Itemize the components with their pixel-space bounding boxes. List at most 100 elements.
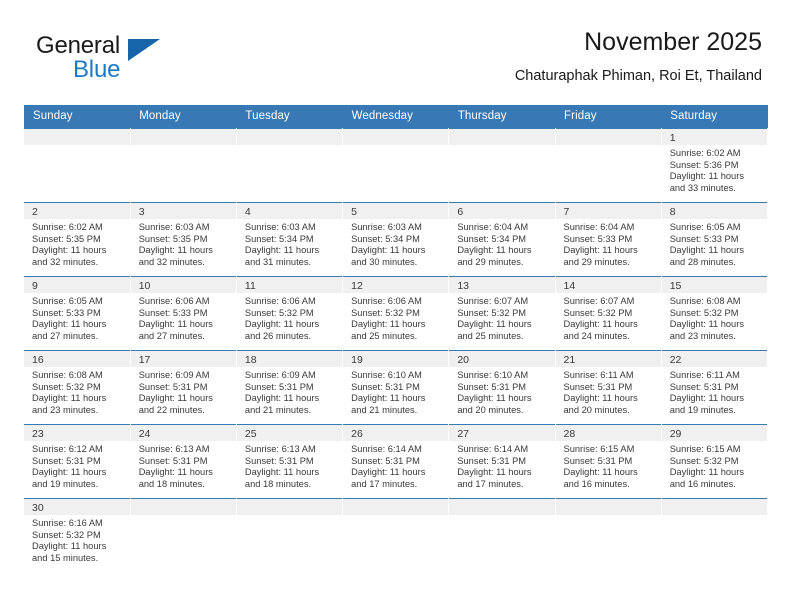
daylight-text-line2: and 16 minutes. bbox=[563, 478, 630, 489]
sunrise-text: Sunrise: 6:16 AM bbox=[32, 518, 103, 528]
daylight-text-line2: and 19 minutes. bbox=[32, 478, 99, 489]
calendar-cell-empty bbox=[130, 128, 237, 203]
sunset-text: Sunset: 5:32 PM bbox=[351, 307, 420, 318]
calendar-day-cell[interactable]: 17 Sunrise: 6:09 AM Sunset: 5:31 PM Dayligh… bbox=[130, 350, 237, 425]
day-number bbox=[130, 499, 236, 515]
calendar-day-cell[interactable]: 24 Sunrise: 6:13 AM Sunset: 5:31 PM Dayligh… bbox=[130, 424, 237, 499]
sunset-text: Sunset: 5:31 PM bbox=[563, 381, 633, 392]
calendar-day-cell[interactable]: 14 Sunrise: 6:07 AM Sunset: 5:32 PM Dayligh… bbox=[555, 276, 662, 351]
daylight-text-line1: Daylight: 11 hours bbox=[351, 393, 426, 404]
day-details: Sunrise: 6:02 AM Sunset: 5:36 PM Daylight:… bbox=[662, 145, 767, 194]
day-box bbox=[449, 129, 555, 202]
day-box bbox=[343, 499, 449, 573]
daylight-text-line2: and 17 minutes. bbox=[457, 478, 524, 489]
calendar-day-cell[interactable]: 10 Sunrise: 6:06 AM Sunset: 5:33 PM Dayligh… bbox=[130, 276, 237, 351]
sunrise-text: Sunrise: 6:06 AM bbox=[244, 296, 316, 306]
calendar-day-cell[interactable]: 8 Sunrise: 6:05 AM Sunset: 5:33 PM Daylight… bbox=[661, 202, 769, 277]
day-box bbox=[449, 499, 555, 573]
day-box: 8 Sunrise: 6:05 AM Sunset: 5:33 PM Daylight… bbox=[661, 203, 767, 276]
sunset-text: Sunset: 5:31 PM bbox=[351, 381, 420, 392]
day-number: 11 bbox=[236, 277, 343, 293]
calendar-cell-empty bbox=[661, 498, 769, 573]
calendar-day-cell[interactable]: 30 Sunrise: 6:16 AM Sunset: 5:32 PM Dayligh… bbox=[24, 498, 131, 573]
calendar-day-cell[interactable]: 23 Sunrise: 6:12 AM Sunset: 5:31 PM Dayligh… bbox=[24, 424, 131, 499]
calendar-day-cell[interactable]: 20 Sunrise: 6:10 AM Sunset: 5:31 PM Dayligh… bbox=[448, 350, 556, 425]
daylight-text-line2: and 25 minutes. bbox=[457, 330, 524, 341]
calendar-day-cell[interactable]: 28 Sunrise: 6:15 AM Sunset: 5:31 PM Dayligh… bbox=[555, 424, 662, 499]
calendar-day-cell[interactable]: 18 Sunrise: 6:09 AM Sunset: 5:31 PM Dayligh… bbox=[236, 350, 344, 425]
calendar-day-cell[interactable]: 6 Sunrise: 6:04 AM Sunset: 5:34 PM Daylight… bbox=[448, 202, 556, 277]
sunset-text: Sunset: 5:32 PM bbox=[669, 455, 739, 466]
calendar-day-cell[interactable]: 26 Sunrise: 6:14 AM Sunset: 5:31 PM Dayligh… bbox=[342, 424, 450, 499]
calendar-cell-empty bbox=[342, 498, 450, 573]
day-number: 1 bbox=[661, 129, 767, 145]
day-number bbox=[661, 499, 767, 515]
calendar-week-row: 30 Sunrise: 6:16 AM Sunset: 5:32 PM Dayligh… bbox=[24, 498, 769, 573]
calendar-day-cell[interactable]: 22 Sunrise: 6:11 AM Sunset: 5:31 PM Dayligh… bbox=[661, 350, 769, 425]
daylight-text-line2: and 33 minutes. bbox=[669, 182, 736, 193]
daylight-text-line1: Daylight: 11 hours bbox=[138, 319, 213, 330]
daylight-text-line2: and 23 minutes. bbox=[669, 330, 736, 341]
sunrise-text: Sunrise: 6:02 AM bbox=[669, 148, 741, 158]
calendar-day-cell[interactable]: 21 Sunrise: 6:11 AM Sunset: 5:31 PM Dayligh… bbox=[555, 350, 662, 425]
daylight-text-line1: Daylight: 11 hours bbox=[563, 245, 638, 256]
day-box: 20 Sunrise: 6:10 AM Sunset: 5:31 PM Dayligh… bbox=[449, 351, 555, 424]
calendar-week-row: 2 Sunrise: 6:02 AM Sunset: 5:35 PM Daylight… bbox=[24, 202, 769, 277]
daylight-text-line1: Daylight: 11 hours bbox=[244, 467, 320, 478]
day-details: Sunrise: 6:06 AM Sunset: 5:32 PM Daylight:… bbox=[237, 293, 342, 342]
calendar-day-cell[interactable]: 29 Sunrise: 6:15 AM Sunset: 5:32 PM Dayligh… bbox=[661, 424, 769, 499]
calendar-day-cell[interactable]: 3 Sunrise: 6:03 AM Sunset: 5:35 PM Daylight… bbox=[130, 202, 237, 277]
calendar-day-cell[interactable]: 15 Sunrise: 6:08 AM Sunset: 5:32 PM Dayligh… bbox=[661, 276, 769, 351]
calendar-day-cell[interactable]: 5 Sunrise: 6:03 AM Sunset: 5:34 PM Daylight… bbox=[342, 202, 450, 277]
calendar-day-cell[interactable]: 25 Sunrise: 6:13 AM Sunset: 5:31 PM Dayligh… bbox=[236, 424, 344, 499]
calendar-day-cell[interactable]: 27 Sunrise: 6:14 AM Sunset: 5:31 PM Dayligh… bbox=[448, 424, 556, 499]
calendar-day-cell[interactable]: 13 Sunrise: 6:07 AM Sunset: 5:32 PM Dayligh… bbox=[448, 276, 556, 351]
day-number: 13 bbox=[449, 277, 555, 293]
day-number: 22 bbox=[661, 351, 767, 367]
daylight-text-line2: and 26 minutes. bbox=[244, 330, 312, 341]
sunset-text: Sunset: 5:31 PM bbox=[669, 381, 739, 392]
day-number: 25 bbox=[236, 425, 343, 441]
sunset-text: Sunset: 5:32 PM bbox=[244, 307, 314, 318]
day-box: 19 Sunrise: 6:10 AM Sunset: 5:31 PM Dayligh… bbox=[343, 351, 449, 424]
calendar-day-cell[interactable]: 7 Sunrise: 6:04 AM Sunset: 5:33 PM Daylight… bbox=[555, 202, 662, 277]
day-number bbox=[449, 499, 555, 515]
calendar-day-cell[interactable]: 11 Sunrise: 6:06 AM Sunset: 5:32 PM Dayligh… bbox=[236, 276, 344, 351]
daylight-text-line1: Daylight: 11 hours bbox=[32, 319, 107, 330]
day-box bbox=[130, 499, 236, 573]
sunset-text: Sunset: 5:34 PM bbox=[457, 233, 527, 244]
weekday-header-friday: Friday bbox=[555, 105, 662, 129]
day-number: 5 bbox=[343, 203, 449, 219]
calendar-day-cell[interactable]: 19 Sunrise: 6:10 AM Sunset: 5:31 PM Dayligh… bbox=[342, 350, 450, 425]
day-box bbox=[236, 129, 343, 202]
calendar-week-row: 1 Sunrise: 6:02 AM Sunset: 5:36 PM Daylight… bbox=[24, 128, 769, 203]
calendar-day-cell[interactable]: 4 Sunrise: 6:03 AM Sunset: 5:34 PM Daylight… bbox=[236, 202, 344, 277]
daylight-text-line1: Daylight: 11 hours bbox=[244, 319, 320, 330]
daylight-text-line1: Daylight: 11 hours bbox=[138, 245, 213, 256]
daylight-text-line1: Daylight: 11 hours bbox=[669, 171, 744, 182]
daylight-text-line1: Daylight: 11 hours bbox=[32, 541, 107, 552]
calendar-day-cell[interactable]: 12 Sunrise: 6:06 AM Sunset: 5:32 PM Dayligh… bbox=[342, 276, 450, 351]
day-box: 22 Sunrise: 6:11 AM Sunset: 5:31 PM Dayligh… bbox=[661, 351, 767, 424]
calendar-day-cell[interactable]: 9 Sunrise: 6:05 AM Sunset: 5:33 PM Daylight… bbox=[24, 276, 131, 351]
calendar-day-cell[interactable]: 1 Sunrise: 6:02 AM Sunset: 5:36 PM Daylight… bbox=[661, 128, 769, 203]
logo-text-blue: Blue bbox=[73, 56, 121, 83]
calendar-day-cell[interactable]: 2 Sunrise: 6:02 AM Sunset: 5:35 PM Daylight… bbox=[24, 202, 131, 277]
daylight-text-line1: Daylight: 11 hours bbox=[457, 245, 532, 256]
calendar-day-cell[interactable]: 16 Sunrise: 6:08 AM Sunset: 5:32 PM Dayligh… bbox=[24, 350, 131, 425]
sunrise-text: Sunrise: 6:03 AM bbox=[351, 222, 422, 232]
day-box bbox=[661, 499, 767, 573]
sunset-text: Sunset: 5:31 PM bbox=[563, 455, 633, 466]
day-box: 5 Sunrise: 6:03 AM Sunset: 5:34 PM Daylight… bbox=[343, 203, 449, 276]
day-details: Sunrise: 6:06 AM Sunset: 5:32 PM Daylight:… bbox=[343, 293, 448, 342]
sunset-text: Sunset: 5:34 PM bbox=[244, 233, 314, 244]
day-box: 4 Sunrise: 6:03 AM Sunset: 5:34 PM Daylight… bbox=[236, 203, 343, 276]
general-blue-logo[interactable]: General Blue bbox=[36, 32, 216, 90]
day-details: Sunrise: 6:08 AM Sunset: 5:32 PM Daylight:… bbox=[662, 293, 767, 342]
daylight-text-line1: Daylight: 11 hours bbox=[351, 319, 426, 330]
sunset-text: Sunset: 5:33 PM bbox=[669, 233, 739, 244]
sunset-text: Sunset: 5:34 PM bbox=[351, 233, 420, 244]
day-number: 8 bbox=[661, 203, 767, 219]
sunrise-text: Sunrise: 6:06 AM bbox=[138, 296, 210, 306]
day-number: 27 bbox=[449, 425, 555, 441]
